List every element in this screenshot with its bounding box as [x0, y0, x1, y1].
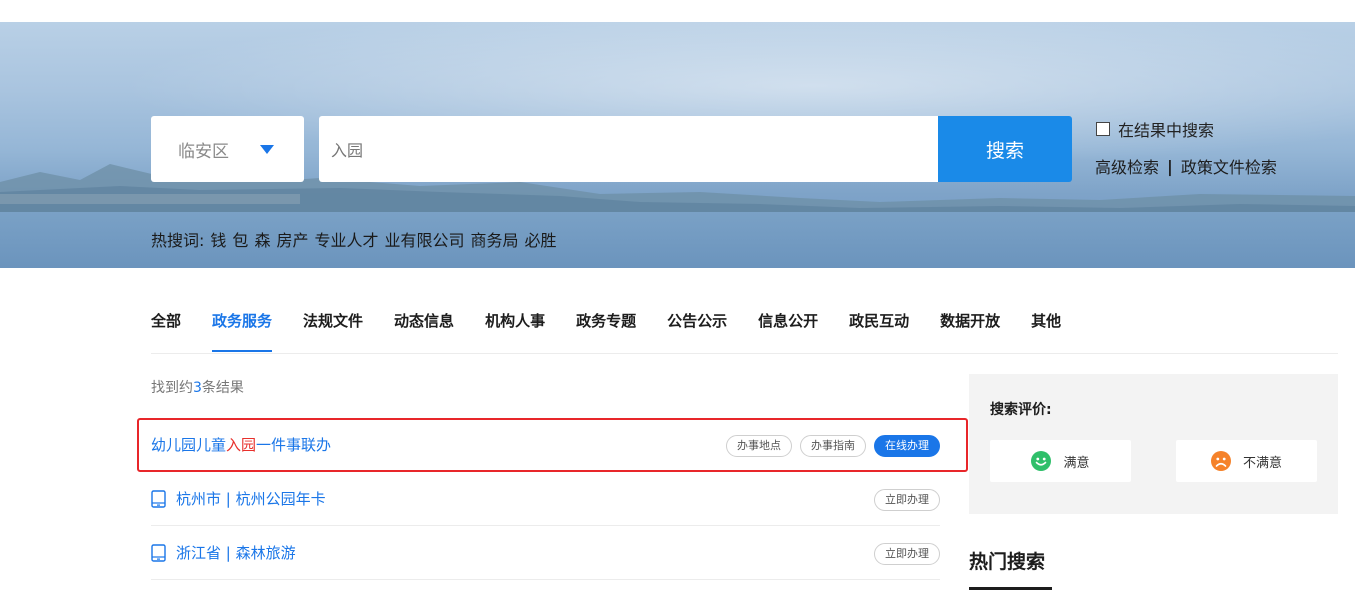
result-row: 浙江省 | 森林旅游 立即办理 — [151, 526, 940, 580]
caret-down-icon — [260, 145, 274, 154]
tab-open-data[interactable]: 数据开放 — [940, 310, 1000, 354]
region-select[interactable]: 临安区 — [151, 116, 304, 182]
hot-word[interactable]: 森 — [254, 227, 270, 251]
tab-personnel[interactable]: 机构人事 — [485, 310, 545, 354]
tab-info-disclosure[interactable]: 信息公开 — [758, 310, 818, 354]
hot-word[interactable]: 房产 — [276, 227, 308, 251]
highlight-frame — [137, 418, 968, 472]
category-tabs: 全部 政务服务 法规文件 动态信息 机构人事 政务专题 公告公示 信息公开 政民… — [151, 310, 1092, 354]
policy-file-search-link[interactable]: 政策文件检索 — [1181, 154, 1277, 178]
hot-words-bar: 热搜词: 钱 包 森 房产 专业人才 业有限公司 商务局 必胜 — [151, 227, 563, 251]
hot-word[interactable]: 必胜 — [525, 227, 557, 251]
hot-word[interactable]: 包 — [232, 227, 248, 251]
smile-face-icon — [1031, 451, 1052, 471]
result-title-text: 杭州市 | 杭州公园年卡 — [176, 490, 326, 508]
result-actions: 立即办理 — [866, 543, 940, 565]
result-actions: 立即办理 — [866, 489, 940, 511]
evaluation-title: 搜索评价: — [990, 402, 1052, 418]
result-row: 杭州市 | 杭州公园年卡 立即办理 — [151, 472, 940, 526]
search-banner: 临安区 搜索 在结果中搜索 高级检索 | 政策文件检索 热搜词: 钱 包 森 房… — [0, 22, 1355, 268]
unsatisfied-label: 不满意 — [1242, 455, 1282, 471]
result-count: 找到约3条结果 — [151, 377, 244, 397]
link-separator: | — [1167, 156, 1173, 176]
apply-now-button[interactable]: 立即办理 — [874, 543, 940, 565]
hot-word[interactable]: 商务局 — [471, 227, 519, 251]
hot-word[interactable]: 钱 — [210, 227, 226, 251]
tabs-divider — [151, 353, 1338, 354]
tab-other[interactable]: 其他 — [1031, 310, 1061, 354]
search-within-results-label: 在结果中搜索 — [1118, 121, 1215, 140]
tab-government-services[interactable]: 政务服务 — [212, 310, 273, 354]
sad-face-icon — [1210, 451, 1231, 471]
result-count-suffix: 条结果 — [201, 380, 244, 396]
tab-regulations[interactable]: 法规文件 — [303, 310, 363, 354]
search-within-results-option[interactable]: 在结果中搜索 — [1096, 117, 1214, 141]
search-button[interactable]: 搜索 — [938, 116, 1072, 182]
result-title-text: 浙江省 | 森林旅游 — [176, 544, 296, 562]
tab-announcements[interactable]: 公告公示 — [667, 310, 727, 354]
result-count-number: 3 — [193, 380, 202, 396]
mobile-phone-icon — [151, 543, 166, 562]
tab-topics[interactable]: 政务专题 — [576, 310, 636, 354]
apply-now-button[interactable]: 立即办理 — [874, 489, 940, 511]
tab-news[interactable]: 动态信息 — [394, 310, 454, 354]
satisfied-label: 满意 — [1063, 455, 1090, 471]
result-title-link[interactable]: 杭州市 | 杭州公园年卡 — [151, 488, 326, 509]
advanced-search-links: 高级检索 | 政策文件检索 — [1095, 154, 1277, 178]
checkbox-icon[interactable] — [1096, 121, 1110, 136]
tab-all[interactable]: 全部 — [151, 310, 181, 354]
search-evaluation-panel: 搜索评价: 满意 不满意 — [969, 374, 1338, 514]
result-title-link[interactable]: 浙江省 | 森林旅游 — [151, 542, 296, 563]
hot-search-title: 热门搜索 — [969, 551, 1046, 573]
hot-words-label: 热搜词: — [151, 231, 205, 250]
hot-word[interactable]: 业有限公司 — [384, 227, 464, 251]
region-select-value: 临安区 — [178, 141, 229, 162]
satisfied-button[interactable]: 满意 — [990, 440, 1131, 482]
unsatisfied-button[interactable]: 不满意 — [1176, 440, 1317, 482]
advanced-search-link[interactable]: 高级检索 — [1095, 154, 1159, 178]
mobile-phone-icon — [151, 489, 166, 508]
hot-word[interactable]: 专业人才 — [314, 227, 378, 251]
search-input[interactable] — [319, 116, 939, 182]
tab-public-interaction[interactable]: 政民互动 — [849, 310, 909, 354]
result-count-prefix: 找到约 — [151, 380, 193, 396]
